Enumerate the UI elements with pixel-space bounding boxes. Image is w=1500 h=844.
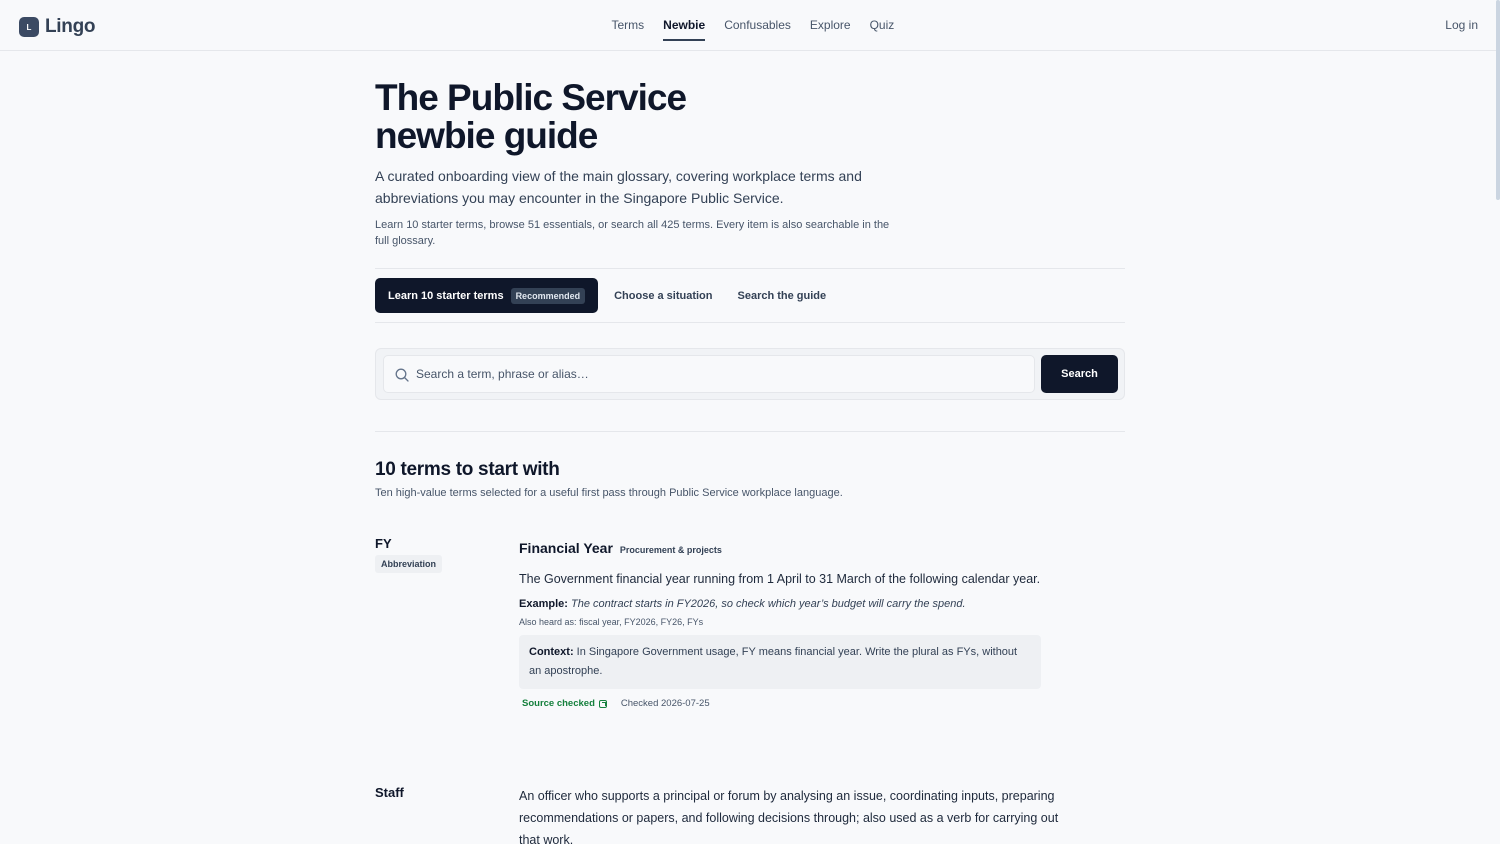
term-type-badge: Abbreviation bbox=[375, 555, 443, 573]
term-heading: Financial Year Procurement & projects bbox=[519, 536, 1079, 556]
search-button[interactable]: Search bbox=[1041, 355, 1118, 393]
term-abbreviation: Staff bbox=[375, 785, 404, 800]
example-text: The contract starts in FY2026, so check … bbox=[570, 598, 966, 610]
guide-mode-tabs: Learn 10 starter terms Recommended Choos… bbox=[375, 268, 1125, 323]
term-source-meta: Source checked Checked 2026-07-25 bbox=[519, 698, 1079, 709]
login-link[interactable]: Log in bbox=[1445, 18, 1478, 32]
term-definition: An officer who supports a principal or f… bbox=[519, 789, 1059, 844]
term-example: Example: The contract starts in FY2026, … bbox=[519, 598, 1079, 610]
source-checked-link[interactable]: Source checked bbox=[522, 698, 607, 709]
term-category: Procurement & projects bbox=[619, 545, 722, 555]
tab-search-guide[interactable]: Search the guide bbox=[738, 290, 827, 302]
nav-item-confusables[interactable]: Confusables bbox=[724, 0, 791, 51]
term-context: Context: In Singapore Government usage, … bbox=[519, 635, 1041, 689]
term-name: Financial Year bbox=[519, 540, 613, 556]
page-subtext: Learn 10 starter terms, browse 51 essent… bbox=[375, 219, 890, 247]
context-label: Context: bbox=[529, 646, 574, 658]
term-abbreviation: FY bbox=[375, 536, 392, 551]
page-lead: A curated onboarding view of the main gl… bbox=[375, 168, 862, 206]
page-scrollbar[interactable] bbox=[1496, 0, 1500, 200]
logo-icon: L bbox=[19, 17, 39, 37]
term-entry: FY Abbreviation Financial Year Procureme… bbox=[375, 536, 1125, 764]
external-link-icon bbox=[598, 699, 607, 708]
term-definition: The Government financial year running fr… bbox=[519, 572, 1041, 586]
main-content: The Public Service newbie guide A curate… bbox=[375, 51, 1125, 844]
recommended-badge: Recommended bbox=[510, 287, 586, 304]
section-subtitle: Ten high-value terms selected for a usef… bbox=[375, 487, 843, 499]
section-divider bbox=[375, 431, 1125, 432]
search-field[interactable] bbox=[383, 355, 1035, 393]
alias-label: Also heard as: bbox=[519, 617, 577, 627]
nav-item-explore[interactable]: Explore bbox=[810, 0, 851, 51]
term-details: Financial Year Procurement & projects Th… bbox=[519, 536, 1079, 709]
checked-date: Checked 2026-07-25 bbox=[620, 698, 710, 709]
search-panel: Search bbox=[375, 348, 1125, 400]
search-input[interactable] bbox=[416, 356, 1016, 392]
source-checked-label: Source checked bbox=[522, 698, 595, 709]
main-nav: Terms Newbie Confusables Explore Quiz bbox=[602, 0, 904, 51]
tab-choose-situation[interactable]: Choose a situation bbox=[614, 290, 712, 302]
tab-learn-label: Learn 10 starter terms bbox=[388, 289, 504, 302]
example-label: Example: bbox=[519, 598, 568, 610]
brand-logo[interactable]: L Lingo bbox=[19, 16, 96, 38]
term-details: An officer who supports a principal or f… bbox=[519, 785, 1079, 844]
page-title: The Public Service newbie guide bbox=[375, 77, 687, 156]
search-icon bbox=[395, 368, 409, 382]
nav-item-newbie[interactable]: Newbie bbox=[663, 0, 706, 51]
term-aliases: Also heard as: fiscal year, FY2026, FY26… bbox=[519, 617, 1079, 627]
tab-learn-starter-terms[interactable]: Learn 10 starter terms Recommended bbox=[375, 278, 599, 313]
alias-values: fiscal year, FY2026, FY26, FYs bbox=[579, 617, 704, 627]
nav-item-quiz[interactable]: Quiz bbox=[870, 0, 895, 51]
brand-name: Lingo bbox=[45, 16, 96, 37]
nav-item-terms[interactable]: Terms bbox=[612, 0, 645, 51]
top-navigation: L Lingo Terms Newbie Confusables Explore… bbox=[0, 0, 1500, 51]
section-title: 10 terms to start with bbox=[375, 459, 560, 480]
context-text: In Singapore Government usage, FY means … bbox=[529, 646, 1018, 677]
